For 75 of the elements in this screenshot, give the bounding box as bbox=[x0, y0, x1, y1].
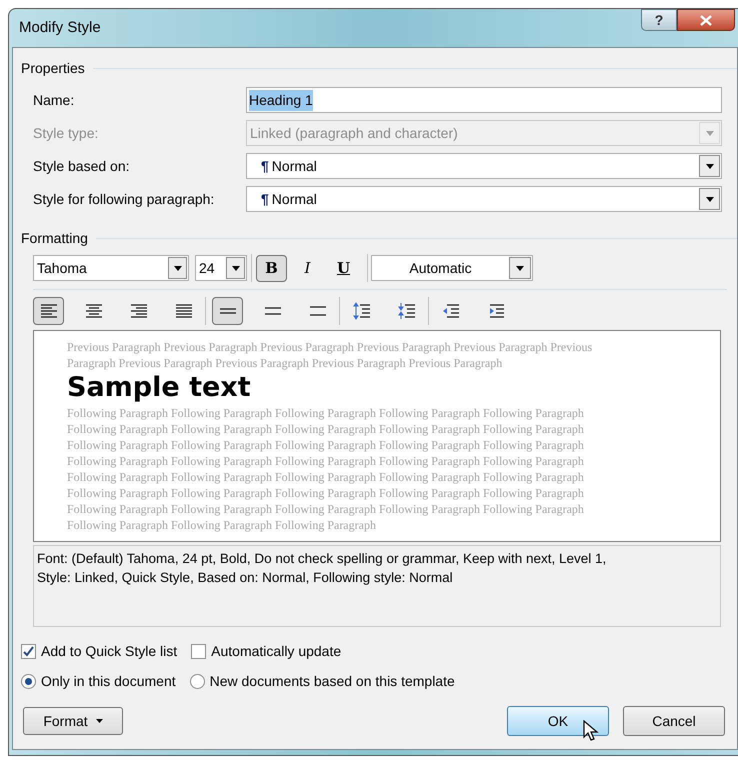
section-heading: Properties bbox=[21, 59, 85, 78]
double-spacing-icon bbox=[310, 306, 326, 316]
paragraph-mark: ¶ bbox=[261, 190, 269, 208]
underline-button[interactable]: U bbox=[328, 254, 359, 282]
ok-button[interactable]: OK bbox=[507, 706, 609, 736]
following-paragraph-line: Following Paragraph Following Paragraph Following Paragraph Following Paragraph Following Paragraph bbox=[67, 453, 584, 469]
align-left-icon bbox=[40, 302, 58, 320]
dropdown-field[interactable]: ¶ Normal bbox=[246, 153, 722, 179]
justify-icon bbox=[174, 302, 192, 320]
align-right-icon bbox=[130, 302, 148, 320]
dropdown-arrow-icon bbox=[706, 196, 714, 202]
align-left-button[interactable] bbox=[33, 297, 64, 325]
field-label: Style based on: bbox=[33, 156, 131, 176]
field-label: Name: bbox=[33, 90, 76, 110]
following-paragraph-line: Following Paragraph Following Paragraph Following Paragraph Following Paragraph Following Paragraph bbox=[67, 405, 584, 421]
previous-paragraph-line: Paragraph Previous Paragraph Previous Paragraph Previous Paragraph Previous Paragraph bbox=[67, 355, 502, 371]
decrease-indent-icon bbox=[442, 302, 460, 320]
following-paragraph-line: Following Paragraph Following Paragraph Following Paragraph Following Paragraph Following Paragraph bbox=[67, 501, 584, 517]
checkbox-label: Add to Quick Style list bbox=[41, 642, 178, 661]
size-dropdown[interactable]: 24 bbox=[195, 255, 247, 281]
radio-label: New documents based on this template bbox=[210, 672, 455, 691]
following-paragraph-line: Following Paragraph Following Paragraph Following Paragraph Following Paragraph Following Paragraph bbox=[67, 485, 584, 501]
close-button[interactable] bbox=[677, 9, 735, 31]
name-field[interactable]: Heading 1 bbox=[246, 87, 722, 113]
single-spacing-icon bbox=[220, 308, 236, 314]
dropdown-arrow-icon bbox=[706, 164, 714, 168]
dropdown-arrow-icon bbox=[706, 130, 714, 136]
checkbox-label: Automatically update bbox=[211, 642, 342, 661]
checkbox[interactable] bbox=[191, 644, 206, 659]
field-value: Normal bbox=[272, 156, 317, 176]
field-value: Normal bbox=[272, 190, 317, 208]
font-name: Tahoma bbox=[37, 258, 87, 278]
dropdown-button[interactable] bbox=[699, 188, 720, 210]
single-spacing-button[interactable] bbox=[212, 297, 243, 325]
following-paragraph-line: Following Paragraph Following Paragraph Following Paragraph Following Paragraph Following Paragraph bbox=[67, 469, 584, 485]
dropdown-arrow-icon bbox=[232, 266, 240, 270]
description-line: Font: (Default) Tahoma, 24 pt, Bold, Do not check spelling or grammar, Keep with next, Level 1, bbox=[37, 550, 606, 568]
italic-button[interactable]: I bbox=[292, 254, 323, 282]
paragraph-mark: ¶ bbox=[261, 156, 269, 176]
following-paragraph-line: Following Paragraph Following Paragraph Following Paragraph bbox=[67, 517, 376, 533]
section-heading: Formatting bbox=[21, 229, 88, 248]
window-title: Modify Style bbox=[19, 18, 101, 38]
radio-label: Only in this document bbox=[41, 672, 176, 691]
dropdown-button[interactable] bbox=[699, 155, 720, 177]
caret-icon bbox=[96, 719, 103, 723]
mouse-pointer-icon bbox=[583, 720, 599, 742]
following-paragraph-line: Following Paragraph Following Paragraph Following Paragraph Following Paragraph Following Paragraph bbox=[67, 437, 584, 453]
font-size: 24 bbox=[199, 258, 215, 278]
description-line: Style: Linked, Quick Style, Based on: Normal, Following style: Normal bbox=[37, 569, 453, 587]
field-label: Style for following paragraph: bbox=[33, 190, 216, 209]
dropdown-field[interactable]: ¶ Normal bbox=[246, 186, 722, 212]
field-value: Linked (paragraph and character) bbox=[250, 124, 458, 143]
field-value: Heading 1 bbox=[249, 90, 313, 110]
cancel-button[interactable]: Cancel bbox=[623, 706, 725, 736]
color-name: Automatic bbox=[408, 258, 473, 278]
bold-button[interactable]: B bbox=[256, 254, 287, 282]
help-button[interactable]: ? bbox=[641, 9, 677, 31]
radio-button[interactable] bbox=[21, 674, 36, 689]
format-button[interactable]: Format bbox=[23, 707, 123, 735]
radio-button[interactable] bbox=[190, 674, 205, 689]
one-half-spacing-icon bbox=[264, 307, 280, 315]
following-paragraph-line: Following Paragraph Following Paragraph Following Paragraph Following Paragraph Following Paragraph bbox=[67, 421, 584, 437]
increase-spacing-icon bbox=[352, 302, 370, 320]
decrease-spacing-icon bbox=[398, 302, 416, 320]
dropdown-arrow-icon bbox=[174, 266, 182, 270]
dropdown-arrow-icon bbox=[516, 266, 524, 270]
check-icon bbox=[23, 646, 34, 657]
align-center-icon bbox=[84, 302, 102, 320]
field-label: Style type: bbox=[33, 124, 100, 143]
sample-text: Sample text bbox=[67, 371, 251, 405]
font-dropdown[interactable]: Tahoma bbox=[33, 255, 189, 281]
color-dropdown[interactable]: Automatic bbox=[371, 255, 533, 281]
checkbox[interactable] bbox=[21, 644, 36, 659]
close-icon bbox=[700, 14, 712, 26]
previous-paragraph-line: Previous Paragraph Previous Paragraph Previous Paragraph Previous Paragraph Previous Paragraph Previous bbox=[67, 339, 592, 355]
